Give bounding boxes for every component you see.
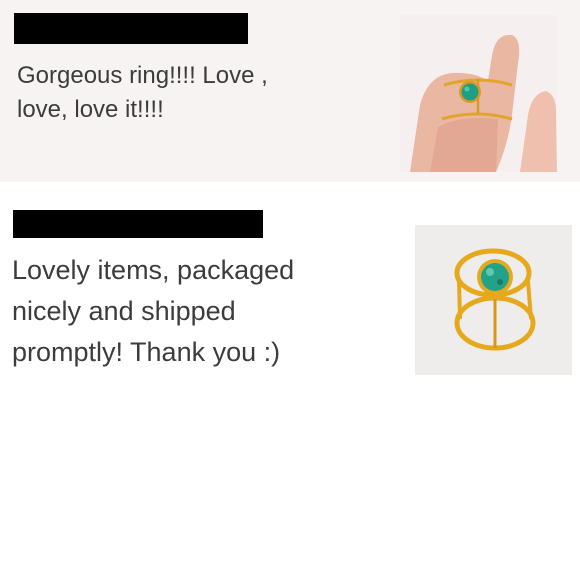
review-card: Lovely items, packaged nicely and shippe… (0, 182, 580, 402)
redacted-username (13, 210, 263, 238)
redacted-username (14, 13, 248, 44)
ring-product-photo[interactable] (415, 225, 572, 375)
review-text: Lovely items, packaged nicely and shippe… (12, 255, 295, 367)
review-card: Gorgeous ring!!!! Love , love, love it!!… (0, 0, 580, 182)
ring-on-finger-photo[interactable] (400, 15, 557, 172)
review-text: Gorgeous ring!!!! Love , love, love it!!… (17, 62, 268, 123)
ring-product-icon (415, 225, 572, 375)
ring-on-finger-icon (400, 15, 557, 172)
